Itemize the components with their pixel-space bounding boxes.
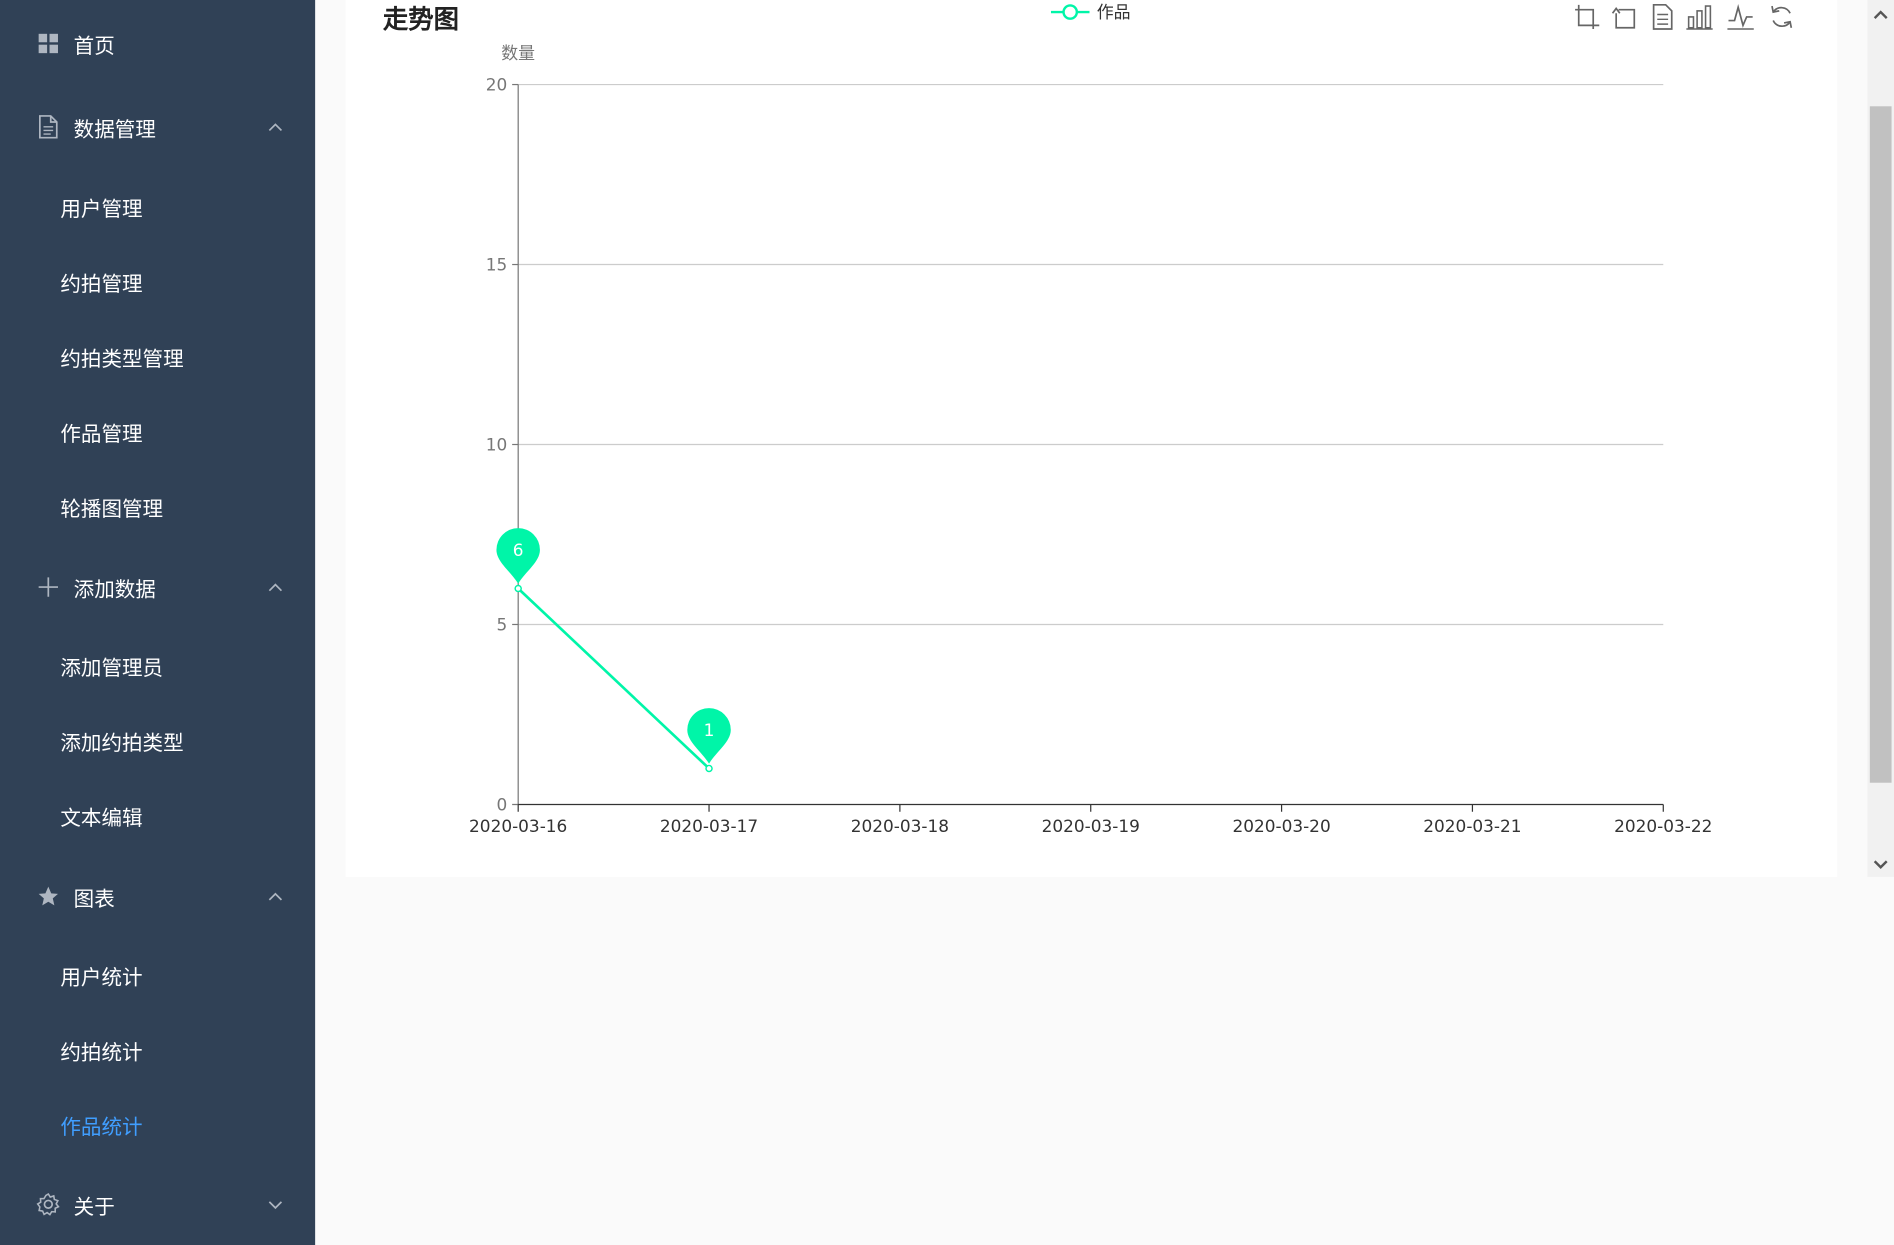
sidebar-item-label: 约拍统计 bbox=[60, 1040, 143, 1065]
sidebar-item-shoot-type-management[interactable]: 约拍类型管理 bbox=[0, 326, 315, 386]
y-tick-label: 5 bbox=[497, 615, 508, 635]
scroll-down-arrow-icon[interactable] bbox=[1867, 853, 1894, 877]
x-tick-label: 2020-03-19 bbox=[1042, 816, 1140, 836]
sidebar-item-label: 添加约拍类型 bbox=[60, 731, 184, 756]
chevron-up-icon bbox=[268, 123, 283, 132]
sidebar-item-text-edit[interactable]: 文本编辑 bbox=[0, 785, 315, 845]
sidebar-item-label: 文本编辑 bbox=[60, 806, 143, 831]
sidebar-item-label: 添加数据 bbox=[73, 577, 156, 603]
grid-icon bbox=[36, 31, 60, 55]
x-tick-label: 2020-03-16 bbox=[469, 816, 567, 836]
sidebar-item-label: 用户管理 bbox=[60, 197, 143, 222]
vertical-scrollbar[interactable] bbox=[1867, 0, 1894, 877]
marker-label: 1 bbox=[704, 720, 715, 740]
sidebar-item-shoot-stats[interactable]: 约拍统计 bbox=[0, 1019, 315, 1079]
sidebar-item-label: 首页 bbox=[73, 34, 115, 59]
app-root: 首页 数据管理 用户管理 约拍管理 约拍类型管理 作品管理 轮播图管理 添加数据… bbox=[0, 0, 1894, 1245]
sidebar-item-label: 轮播图管理 bbox=[60, 497, 164, 522]
sidebar-item-works-management[interactable]: 作品管理 bbox=[0, 401, 315, 461]
x-tick-label: 2020-03-20 bbox=[1232, 816, 1330, 836]
sidebar-item-label: 作品管理 bbox=[60, 422, 143, 447]
chevron-down-icon bbox=[268, 1201, 283, 1210]
plus-icon bbox=[36, 575, 60, 599]
scroll-up-arrow-icon[interactable] bbox=[1867, 2, 1894, 26]
sidebar: 首页 数据管理 用户管理 约拍管理 约拍类型管理 作品管理 轮播图管理 添加数据… bbox=[0, 0, 316, 1245]
x-tick-label: 2020-03-22 bbox=[1614, 816, 1712, 836]
series-line bbox=[517, 587, 710, 770]
sidebar-item-label: 关于 bbox=[73, 1195, 115, 1220]
main-content: 走势图 作品 0 5 10 15 20 数量 2020-03-16 2020-03-17 202… bbox=[315, 0, 1894, 1245]
sidebar-item-works-stats[interactable]: 作品统计 bbox=[0, 1094, 315, 1154]
sidebar-item-add-admin[interactable]: 添加管理员 bbox=[0, 635, 315, 695]
y-tick-label: 10 bbox=[486, 435, 508, 455]
sidebar-item-label: 图表 bbox=[73, 887, 115, 912]
sidebar-item-user-stats[interactable]: 用户统计 bbox=[0, 945, 315, 1005]
data-point bbox=[705, 764, 713, 773]
sidebar-item-label: 作品统计 bbox=[60, 1115, 143, 1140]
x-tick-label: 2020-03-18 bbox=[851, 816, 949, 836]
chevron-up-icon bbox=[268, 892, 283, 901]
gear-icon bbox=[36, 1192, 60, 1216]
sidebar-item-add-data[interactable]: 添加数据 bbox=[0, 553, 315, 621]
line-chart: 0 5 10 15 20 数量 2020-03-16 2020-03-17 2020-03-18… bbox=[469, 43, 1712, 836]
chart-card: 走势图 作品 0 5 10 15 20 数量 2020-03-16 2020-03-17 202… bbox=[345, 0, 1838, 877]
sidebar-item-add-shoot-type[interactable]: 添加约拍类型 bbox=[0, 710, 315, 770]
sidebar-item-home[interactable]: 首页 bbox=[0, 10, 315, 78]
y-tick-label: 20 bbox=[486, 75, 508, 95]
x-tick-label: 2020-03-21 bbox=[1423, 816, 1521, 836]
sidebar-item-label: 约拍管理 bbox=[60, 272, 143, 297]
sidebar-item-label: 用户统计 bbox=[60, 965, 143, 990]
y-tick-label: 0 bbox=[497, 795, 508, 815]
x-tick-label: 2020-03-17 bbox=[660, 816, 758, 836]
sidebar-item-carousel-management[interactable]: 轮播图管理 bbox=[0, 476, 315, 536]
chevron-up-icon bbox=[268, 583, 283, 592]
sidebar-item-label: 数据管理 bbox=[73, 117, 156, 142]
y-tick-label: 15 bbox=[486, 255, 508, 275]
data-point bbox=[514, 584, 522, 593]
document-icon bbox=[36, 115, 60, 139]
sidebar-item-label: 添加管理员 bbox=[60, 656, 164, 681]
marker-label: 6 bbox=[513, 540, 524, 560]
sidebar-item-data-management[interactable]: 数据管理 bbox=[0, 93, 315, 161]
sidebar-item-label: 约拍类型管理 bbox=[60, 347, 184, 372]
sidebar-item-shoot-management[interactable]: 约拍管理 bbox=[0, 251, 315, 311]
scrollbar-thumb[interactable] bbox=[1869, 106, 1892, 783]
sidebar-item-charts[interactable]: 图表 bbox=[0, 862, 315, 930]
y-axis-label: 数量 bbox=[501, 43, 535, 63]
sidebar-item-user-management[interactable]: 用户管理 bbox=[0, 176, 315, 236]
sidebar-item-about[interactable]: 关于 bbox=[0, 1170, 315, 1238]
star-icon bbox=[36, 884, 60, 908]
